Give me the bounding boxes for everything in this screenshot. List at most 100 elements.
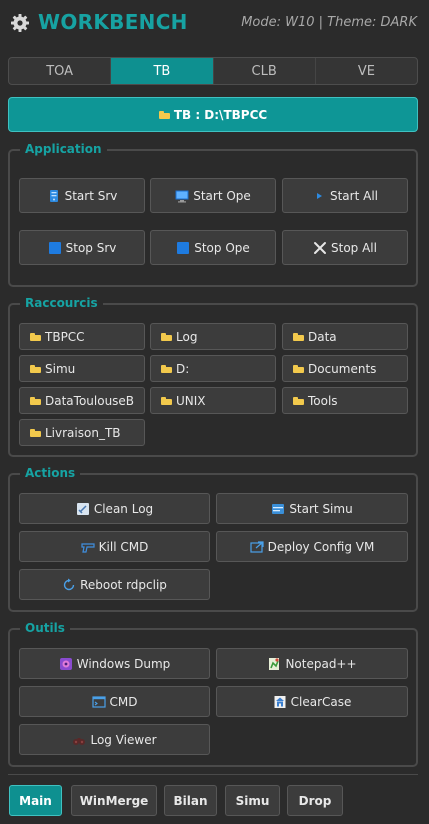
broom-icon: [76, 502, 89, 515]
window-icon: [272, 503, 285, 514]
project-tabs: TOA TB CLB VE: [8, 57, 418, 85]
monitor-icon: [175, 190, 189, 202]
header: WORKBENCH Mode: W10 | Theme: DARK: [0, 0, 429, 46]
clearcase-label: ClearCase: [290, 694, 352, 709]
folder-icon: [161, 364, 172, 373]
cmd-label: CMD: [109, 694, 138, 709]
start-all-button[interactable]: Start All: [282, 178, 408, 213]
clearcase-icon: [274, 695, 286, 708]
shortcut-data[interactable]: Data: [282, 323, 408, 350]
clean-log-label: Clean Log: [93, 501, 154, 516]
notepad-plus-plus-button[interactable]: Notepad++: [216, 648, 408, 679]
deploy-icon: [250, 540, 264, 553]
bottom-tab-drop[interactable]: Drop: [287, 785, 343, 816]
shortcut-label: D:: [176, 361, 190, 376]
tab-toa[interactable]: TOA: [9, 58, 112, 84]
clearcase-button[interactable]: ClearCase: [216, 686, 408, 717]
bottom-divider: [8, 774, 418, 775]
shortcut-log[interactable]: Log: [150, 323, 276, 350]
reboot-rdpclip-label: Reboot rdpclip: [80, 577, 167, 592]
start-srv-button[interactable]: Start Srv: [19, 178, 145, 213]
pistol-icon: [81, 542, 95, 553]
folder-icon: [161, 396, 172, 405]
bottom-tab-bilan[interactable]: Bilan: [164, 785, 217, 816]
folder-icon: [161, 332, 172, 341]
start-simu-label: Start Simu: [289, 501, 353, 516]
start-ope-button[interactable]: Start Ope: [150, 178, 276, 213]
folder-icon: [293, 364, 304, 373]
app-title: WORKBENCH: [38, 10, 188, 34]
stop-ope-button[interactable]: Stop Ope: [150, 230, 276, 265]
stop-square-icon: [177, 241, 190, 254]
shortcuts-group-title: Raccourcis: [20, 295, 103, 311]
terminal-icon: [91, 695, 106, 708]
stop-all-button[interactable]: Stop All: [282, 230, 408, 265]
shortcut-label: Tools: [308, 393, 338, 408]
clean-log-button[interactable]: Clean Log: [19, 493, 210, 524]
folder-icon: [30, 364, 41, 373]
bottom-tab-main[interactable]: Main: [9, 785, 62, 816]
tools-group: Outils Windows Dump Notepad++ CMD ClearC…: [8, 620, 418, 767]
shortcuts-group: Raccourcis TBPCC Log Data Simu D: Docume…: [8, 295, 418, 457]
project-path-label: TB : D:\TBPCC: [173, 107, 268, 122]
folder-icon: [293, 396, 304, 405]
folder-icon: [293, 332, 304, 341]
gear-icon: [11, 14, 29, 32]
stop-all-label: Stop All: [331, 240, 377, 255]
shortcut-tools[interactable]: Tools: [282, 387, 408, 414]
shortcut-livraison-tb[interactable]: Livraison_TB: [19, 419, 145, 446]
shortcut-tbpcc[interactable]: TBPCC: [19, 323, 145, 350]
log-viewer-button[interactable]: Log Viewer: [19, 724, 210, 755]
shortcut-label: Livraison_TB: [45, 425, 121, 440]
notepad-icon: [269, 657, 280, 670]
shortcut-simu[interactable]: Simu: [19, 355, 145, 382]
stop-ope-label: Stop Ope: [194, 240, 250, 255]
close-icon: [314, 241, 326, 254]
bottom-tab-winmerge[interactable]: WinMerge: [71, 785, 157, 816]
application-group: Application Start Srv Start Ope Start Al…: [8, 141, 418, 287]
shortcut-label: Data: [308, 329, 337, 344]
bottom-tab-simu[interactable]: Simu: [225, 785, 280, 816]
start-simu-button[interactable]: Start Simu: [216, 493, 408, 524]
actions-group-title: Actions: [20, 465, 81, 481]
shortcut-label: Documents: [308, 361, 377, 376]
play-icon: [316, 192, 322, 199]
actions-group: Actions Clean Log Start Simu Kill CMD De…: [8, 465, 418, 612]
shortcut-unix[interactable]: UNIX: [150, 387, 276, 414]
shortcut-d-drive[interactable]: D:: [150, 355, 276, 382]
start-srv-label: Start Srv: [64, 188, 118, 203]
reboot-rdpclip-button[interactable]: Reboot rdpclip: [19, 569, 210, 600]
dump-icon: [59, 657, 72, 670]
notepad-plus-plus-label: Notepad++: [285, 656, 357, 671]
deploy-config-vm-button[interactable]: Deploy Config VM: [216, 531, 408, 562]
binoculars-icon: [73, 737, 86, 745]
shortcut-label: TBPCC: [45, 329, 85, 344]
folder-icon: [30, 428, 41, 437]
tools-group-title: Outils: [20, 620, 70, 636]
shortcut-datatoulouseb[interactable]: DataToulouseB: [19, 387, 145, 414]
start-ope-label: Start Ope: [193, 188, 251, 203]
stop-square-icon: [48, 241, 61, 254]
stop-srv-button[interactable]: Stop Srv: [19, 230, 145, 265]
tab-clb[interactable]: CLB: [214, 58, 316, 84]
folder-icon: [30, 396, 41, 405]
shortcut-label: DataToulouseB: [45, 393, 135, 408]
tab-tb[interactable]: TB: [111, 58, 214, 84]
log-viewer-label: Log Viewer: [90, 732, 157, 747]
tab-ve[interactable]: VE: [316, 58, 417, 84]
folder-icon: [158, 110, 170, 119]
folder-icon: [30, 332, 41, 341]
server-icon: [49, 189, 58, 202]
open-project-folder-button[interactable]: TB : D:\TBPCC: [8, 97, 418, 132]
deploy-config-vm-label: Deploy Config VM: [267, 539, 375, 554]
kill-cmd-button[interactable]: Kill CMD: [19, 531, 210, 562]
kill-cmd-label: Kill CMD: [98, 539, 149, 554]
shortcut-documents[interactable]: Documents: [282, 355, 408, 382]
windows-dump-button[interactable]: Windows Dump: [19, 648, 210, 679]
shortcut-label: Log: [176, 329, 198, 344]
stop-srv-label: Stop Srv: [65, 240, 117, 255]
shortcut-label: Simu: [45, 361, 76, 376]
application-group-title: Application: [20, 141, 107, 157]
shortcut-label: UNIX: [176, 393, 206, 408]
cmd-button[interactable]: CMD: [19, 686, 210, 717]
